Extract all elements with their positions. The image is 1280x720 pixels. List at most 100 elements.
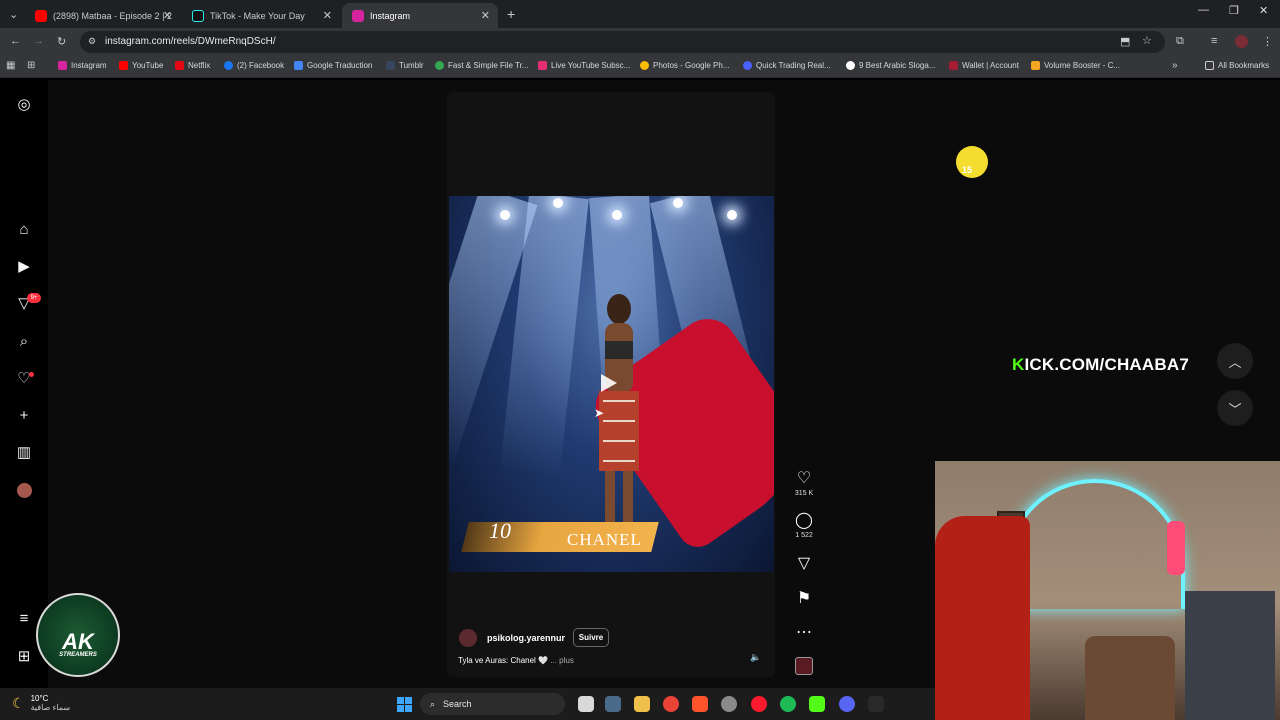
- taskbar-search[interactable]: ⌕ Search: [420, 693, 565, 715]
- chevron-up-icon: ︿: [1228, 354, 1242, 370]
- wallet-icon: [949, 61, 958, 70]
- extensions-icon[interactable]: ⧉: [1176, 35, 1184, 48]
- restore-icon[interactable]: ❐: [1229, 4, 1239, 17]
- close-tab-icon[interactable]: ✕: [163, 9, 172, 22]
- more-bookmarks-icon[interactable]: »: [1172, 60, 1178, 71]
- profile-icon[interactable]: [14, 480, 34, 500]
- comment-icon: ◯: [795, 512, 813, 529]
- bookmark-google-traduction[interactable]: Google Traduction: [294, 61, 372, 70]
- bookmark-file-transfer[interactable]: Fast & Simple File Tr...: [435, 61, 528, 70]
- play-icon[interactable]: [601, 374, 617, 392]
- media-control-icon[interactable]: ≡: [1211, 35, 1217, 47]
- home-icon[interactable]: ⌂: [14, 219, 34, 239]
- brave-icon[interactable]: [692, 696, 708, 712]
- url-text[interactable]: instagram.com/reels/DWmeRnqDScH/: [105, 36, 276, 47]
- author-username[interactable]: psikolog.yarennur: [487, 633, 565, 643]
- reel-video[interactable]: 10 CHANEL ➤: [449, 196, 774, 572]
- weather-widget[interactable]: ☾ 10°C سماء صافية: [12, 694, 70, 712]
- tab-youtube[interactable]: (2898) Matbaa - Episode 2 | 2 ✕: [25, 3, 180, 28]
- kick-app-icon[interactable]: [809, 696, 825, 712]
- new-tab-button[interactable]: +: [507, 6, 515, 22]
- profile-avatar[interactable]: [1235, 35, 1248, 48]
- tab-instagram[interactable]: Instagram ✕: [342, 3, 498, 28]
- live-subs-icon: [538, 61, 547, 70]
- logo-sub-text: STREAMERS: [59, 652, 97, 658]
- back-icon[interactable]: ←: [10, 35, 21, 47]
- follow-button[interactable]: Suivre: [573, 628, 609, 647]
- bookmark-live-youtube[interactable]: Live YouTube Subsc...: [538, 61, 630, 70]
- chrome-icon[interactable]: [663, 696, 679, 712]
- bookmark-youtube[interactable]: YouTube: [119, 61, 163, 70]
- more-menu-icon[interactable]: ≡: [14, 608, 34, 628]
- mascot-number: 15: [962, 165, 973, 175]
- bookmark-wallet[interactable]: Wallet | Account: [949, 61, 1019, 70]
- save-button[interactable]: ⚑: [790, 588, 818, 608]
- bookmark-volume-booster[interactable]: Volume Booster - C...: [1031, 61, 1120, 70]
- bookmark-instagram[interactable]: Instagram: [58, 61, 107, 70]
- more-options-button[interactable]: ⋯: [790, 622, 818, 642]
- app-icon[interactable]: [605, 696, 621, 712]
- bookmark-star-icon[interactable]: ☆: [1142, 34, 1152, 47]
- folder-icon: [1205, 61, 1214, 70]
- tab-tiktok[interactable]: TikTok - Make Your Day ✕: [182, 3, 340, 28]
- kick-letter: K: [1012, 355, 1025, 374]
- tab-groups-icon[interactable]: ⊞: [27, 60, 35, 71]
- close-window-icon[interactable]: ✕: [1259, 4, 1268, 17]
- stage-light: [727, 210, 737, 220]
- file-explorer-icon[interactable]: [634, 696, 650, 712]
- dashboard-icon[interactable]: ▥: [14, 442, 34, 462]
- share-icon: ▽: [797, 555, 811, 572]
- opera-icon[interactable]: [751, 696, 767, 712]
- search-glass-icon: ⌕: [430, 698, 436, 709]
- bookmark-google-photos[interactable]: Photos - Google Ph...: [640, 61, 730, 70]
- next-reel-button[interactable]: ﹀: [1217, 390, 1253, 426]
- notifications-heart-icon[interactable]: ♡: [14, 368, 34, 388]
- bookmark-tumblr[interactable]: Tumblr: [386, 61, 424, 70]
- install-app-icon[interactable]: ⬒: [1120, 35, 1130, 48]
- browser-tab-bar: ⌄ (2898) Matbaa - Episode 2 | 2 ✕ TikTok…: [0, 0, 1280, 28]
- bookmark-facebook[interactable]: (2) Facebook: [224, 61, 284, 70]
- bookmark-arabic-slogans[interactable]: 9 Best Arabic Sloga...: [846, 61, 936, 70]
- forward-icon[interactable]: →: [33, 35, 44, 47]
- like-count: 315 K: [794, 490, 814, 497]
- close-tab-icon[interactable]: ✕: [481, 9, 490, 22]
- share-button[interactable]: ▽: [790, 553, 818, 573]
- tumblr-icon: [386, 61, 395, 70]
- lower-third-number: 10: [489, 518, 511, 543]
- facebook-icon: [224, 61, 233, 70]
- app-icon[interactable]: [721, 696, 737, 712]
- bookmark-quick-trading[interactable]: Quick Trading Real...: [743, 61, 831, 70]
- all-bookmarks[interactable]: All Bookmarks: [1205, 61, 1269, 70]
- neon-light-strip: [1005, 479, 1185, 609]
- reels-icon[interactable]: ▶: [14, 256, 34, 276]
- bookmark-netflix[interactable]: Netflix: [175, 61, 210, 70]
- caption-more-link[interactable]: ... plus: [550, 656, 574, 665]
- app-icon[interactable]: [868, 696, 884, 712]
- spotify-icon[interactable]: [780, 696, 796, 712]
- youtube-icon: [119, 61, 128, 70]
- minimize-icon[interactable]: —: [1198, 4, 1209, 16]
- menu-icon[interactable]: ⋮: [1262, 35, 1273, 48]
- instagram-logo-icon[interactable]: ◎: [14, 94, 34, 114]
- discord-icon[interactable]: [839, 696, 855, 712]
- comment-count: 1 522: [795, 532, 813, 539]
- instagram-favicon-icon: [352, 9, 364, 22]
- previous-reel-button[interactable]: ︿: [1217, 343, 1253, 379]
- volume-icon[interactable]: 🔈: [750, 652, 761, 663]
- streamer-webcam: [935, 461, 1280, 720]
- apps-icon[interactable]: ▦: [6, 60, 15, 71]
- create-plus-icon[interactable]: +: [14, 405, 34, 425]
- windows-start-icon[interactable]: [397, 697, 412, 712]
- kick-channel-overlay: KICK.COM/CHAABA7: [1012, 355, 1189, 375]
- tab-search-icon[interactable]: ⌄: [9, 8, 18, 21]
- site-info-icon[interactable]: ⚙: [88, 36, 96, 47]
- like-button[interactable]: ♡ 315 K: [790, 468, 818, 497]
- reload-icon[interactable]: ↻: [57, 35, 66, 48]
- also-from-meta-icon[interactable]: ⊞: [14, 646, 34, 666]
- search-icon[interactable]: ⌕: [14, 331, 34, 351]
- author-avatar[interactable]: [459, 629, 477, 647]
- close-tab-icon[interactable]: ✕: [323, 9, 332, 22]
- audio-thumbnail[interactable]: [795, 657, 813, 675]
- comment-button[interactable]: ◯ 1 522: [790, 510, 818, 539]
- task-view-icon[interactable]: [578, 696, 594, 712]
